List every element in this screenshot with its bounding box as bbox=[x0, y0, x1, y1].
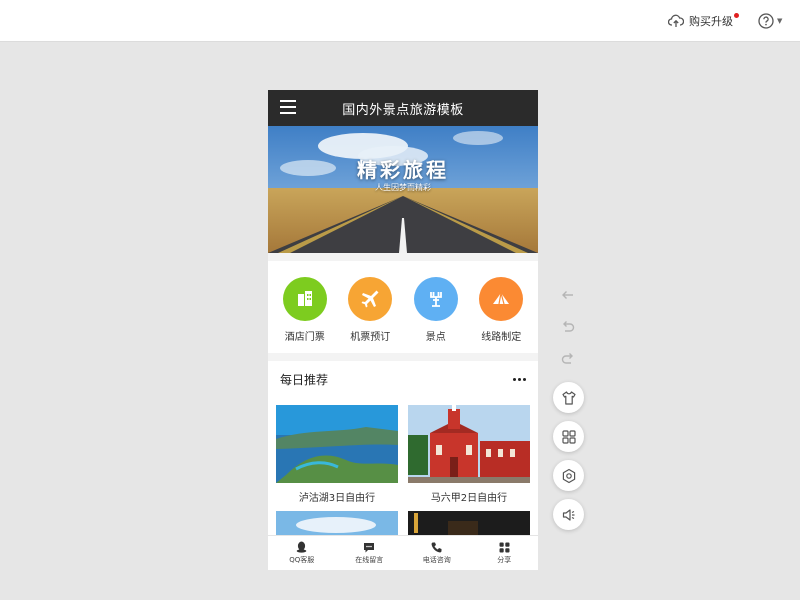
bottom-nav-message[interactable]: 在线留言 bbox=[336, 536, 404, 570]
quick-link-label: 景点 bbox=[425, 332, 446, 343]
church-photo bbox=[408, 405, 530, 483]
bottom-nav-qq[interactable]: QQ客服 bbox=[268, 536, 336, 570]
card-label: 泸沽湖3日自由行 bbox=[298, 493, 376, 504]
quick-link-label: 线路制定 bbox=[481, 332, 522, 343]
hamburger-icon[interactable] bbox=[280, 100, 296, 114]
quick-link-label: 酒店门票 bbox=[284, 332, 325, 343]
redo-icon[interactable] bbox=[560, 351, 576, 367]
notification-dot bbox=[734, 13, 739, 18]
grid-apps-icon bbox=[561, 429, 576, 444]
upgrade-label: 购买升级 bbox=[689, 15, 733, 28]
recommend-card-malacca[interactable]: 马六甲2日自由行 bbox=[408, 405, 530, 504]
cloud-upload-icon bbox=[668, 14, 684, 27]
audio-button[interactable] bbox=[553, 499, 584, 530]
phone-preview: 国内外景点旅游模板 精彩旅程 人生因梦而精彩 酒店门票 机票预订 景点 线路制定… bbox=[268, 90, 538, 570]
page-title: 国内外景点旅游模板 bbox=[342, 102, 464, 118]
bottom-nav-label: 分享 bbox=[497, 555, 512, 564]
section-header: 每日推荐 bbox=[268, 361, 538, 397]
qq-penguin-icon bbox=[296, 541, 307, 553]
quick-link-flight[interactable]: 机票预订 bbox=[339, 261, 401, 353]
quick-link-route[interactable]: 线路制定 bbox=[470, 261, 532, 353]
chat-bubble-icon bbox=[364, 542, 375, 552]
share-grid-icon bbox=[499, 542, 510, 552]
banner-image[interactable]: 精彩旅程 人生因梦而精彩 bbox=[268, 126, 538, 253]
top-bar: 购买升级 ▼ bbox=[0, 0, 800, 42]
chevron-down-icon: ▼ bbox=[777, 17, 783, 25]
section-title: 每日推荐 bbox=[280, 372, 329, 387]
airplane-icon bbox=[348, 277, 393, 321]
quick-link-label: 机票预订 bbox=[350, 332, 391, 343]
settings-button[interactable] bbox=[553, 460, 584, 491]
phone-header: 国内外景点旅游模板 bbox=[268, 90, 538, 126]
bottom-nav-phone[interactable]: 电话咨询 bbox=[403, 536, 471, 570]
hotel-building-icon bbox=[282, 277, 327, 321]
quick-link-hotel[interactable]: 酒店门票 bbox=[274, 261, 336, 353]
gear-icon bbox=[562, 468, 575, 483]
upgrade-button[interactable]: 购买升级 bbox=[668, 11, 739, 31]
recommend-card-lugu-lake[interactable]: 泸沽湖3日自由行 bbox=[276, 405, 398, 504]
undo-icon[interactable] bbox=[560, 319, 576, 335]
route-tent-icon bbox=[479, 277, 524, 321]
phone-icon bbox=[431, 542, 442, 552]
speaker-icon bbox=[562, 508, 574, 521]
banner-headline: 精彩旅程 bbox=[357, 158, 449, 182]
help-button[interactable]: ▼ bbox=[758, 11, 782, 31]
bottom-nav: QQ客服 在线留言 电话咨询 分享 bbox=[268, 535, 538, 570]
bottom-nav-label: QQ客服 bbox=[289, 556, 315, 564]
bottom-nav-share[interactable]: 分享 bbox=[471, 536, 539, 570]
lake-photo bbox=[276, 405, 398, 483]
theme-button[interactable] bbox=[553, 382, 584, 413]
quick-links: 酒店门票 机票预订 景点 线路制定 bbox=[268, 261, 538, 353]
shirt-icon bbox=[561, 390, 576, 405]
question-circle-icon bbox=[758, 13, 774, 29]
banner-subline: 人生因梦而精彩 bbox=[375, 183, 431, 192]
bottom-nav-label: 在线留言 bbox=[355, 555, 384, 564]
more-dots-icon[interactable] bbox=[513, 377, 526, 381]
back-arrow-icon[interactable] bbox=[560, 287, 576, 303]
bottom-nav-label: 电话咨询 bbox=[422, 555, 451, 564]
landmark-icon bbox=[413, 277, 458, 321]
modules-button[interactable] bbox=[553, 421, 584, 452]
card-label: 马六甲2日自由行 bbox=[430, 493, 508, 504]
quick-link-scenic[interactable]: 景点 bbox=[405, 261, 467, 353]
